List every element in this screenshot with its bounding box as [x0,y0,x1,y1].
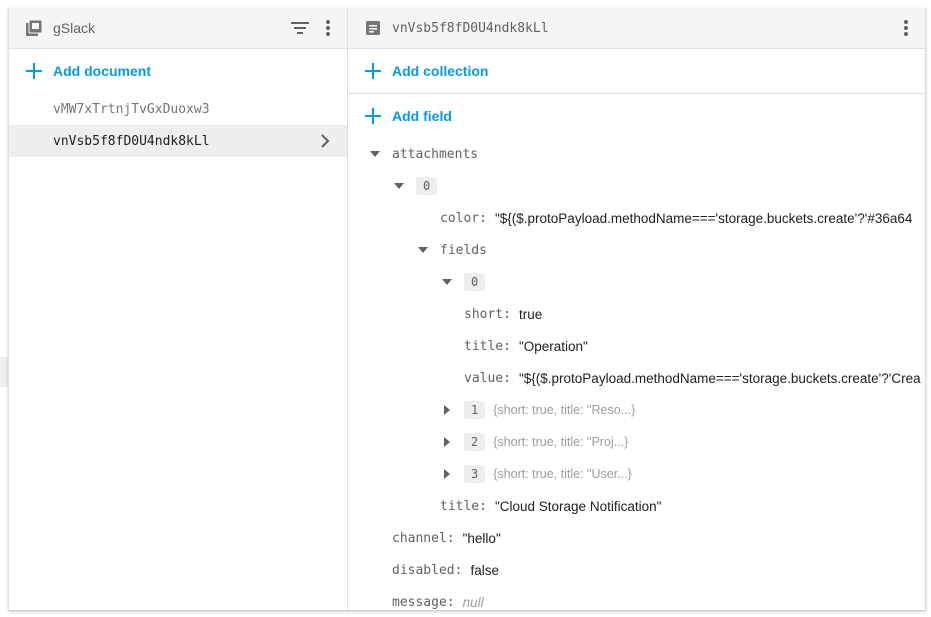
caret-down-icon[interactable] [440,275,454,289]
caret-down-icon[interactable] [416,243,430,257]
document-title: vnVsb5f8fD0U4ndk8kLl [392,20,549,36]
chevron-right-icon [317,133,333,149]
field-value: false [470,562,499,578]
field-key: fields [440,242,487,258]
array-index: 0 [464,273,486,291]
collection-icon [25,19,43,37]
caret-right-icon[interactable] [440,403,454,417]
collection-title: gSlack [53,20,96,36]
firestore-panel: gSlack Add document vMW7xTrtnjTvGxDuoxw3… [8,8,926,611]
add-document-label: Add document [53,63,151,79]
field-value: "${($.protoPayload.methodName==='storage… [518,370,921,386]
field-row-value[interactable]: value: "${($.protoPayload.methodName==='… [464,362,921,394]
array-index: 3 [464,465,486,483]
field-key: short [464,306,504,322]
add-document-button[interactable]: Add document [9,49,347,93]
field-row-attachments[interactable]: attachments [368,138,478,170]
document-item-selected[interactable]: vnVsb5f8fD0U4ndk8kLl [9,125,347,157]
filter-icon[interactable] [289,17,311,39]
document-detail-column: vnVsb5f8fD0U4ndk8kLl Add collection Add … [348,8,925,610]
more-vert-icon[interactable] [895,17,917,39]
field-value: true [518,306,543,322]
caret-down-icon[interactable] [368,147,382,161]
array-index-row[interactable]: 0 [392,170,445,202]
caret-right-icon[interactable] [440,467,454,481]
field-row-message[interactable]: message: null [392,586,484,610]
array-index: 1 [464,401,486,419]
field-row-disabled[interactable]: disabled: false [392,554,499,586]
document-icon [364,19,382,37]
array-index-row[interactable]: 3 {short: true, title: "User...} [440,458,632,490]
array-index: 0 [416,177,438,195]
field-value: "hello" [462,530,501,546]
map-summary: {short: true, title: "Proj...} [493,435,629,449]
add-icon [364,62,382,80]
field-key: channel [392,530,447,546]
array-index-row[interactable]: 2 {short: true, title: "Proj...} [440,426,628,458]
document-id: vnVsb5f8fD0U4ndk8kLl [53,133,210,149]
field-row-title[interactable]: title: "Operation" [464,330,588,362]
array-index-row[interactable]: 1 {short: true, title: "Reso...} [440,394,635,426]
document-id: vMW7xTrtnjTvGxDuoxw3 [53,101,210,117]
array-index: 2 [464,433,486,451]
map-summary: {short: true, title: "User...} [493,467,632,481]
caret-right-icon[interactable] [440,435,454,449]
add-collection-button[interactable]: Add collection [348,49,925,93]
field-key: color [440,210,480,226]
field-key: title [464,338,504,354]
collection-header: gSlack [9,8,347,49]
field-row-color[interactable]: color: "${($.protoPayload.methodName==='… [440,202,912,234]
field-row-title[interactable]: title: "Cloud Storage Notification" [440,490,661,522]
add-field-label: Add field [392,108,452,124]
field-key: title [440,498,480,514]
add-icon [25,62,43,80]
add-collection-label: Add collection [392,63,489,79]
caret-down-icon[interactable] [392,179,406,193]
more-vert-icon[interactable] [317,17,339,39]
array-index-row[interactable]: 0 [440,266,493,298]
field-row-short[interactable]: short: true [464,298,542,330]
add-icon [364,107,382,125]
field-row-fields[interactable]: fields [416,234,487,266]
document-item[interactable]: vMW7xTrtnjTvGxDuoxw3 [9,93,347,125]
add-field-button[interactable]: Add field [348,94,925,138]
field-value: "${($.protoPayload.methodName==='storage… [494,210,913,226]
left-edge-mark [0,357,8,387]
field-key: value [464,370,504,386]
map-summary: {short: true, title: "Reso...} [493,403,636,417]
field-row-channel[interactable]: channel: "hello" [392,522,501,554]
field-key: message [392,594,447,610]
documents-column: gSlack Add document vMW7xTrtnjTvGxDuoxw3… [9,8,348,610]
field-key: disabled [392,562,455,578]
field-key: attachments [392,146,479,162]
field-value: "Cloud Storage Notification" [494,498,662,514]
document-header: vnVsb5f8fD0U4ndk8kLl [348,8,925,49]
field-value: "Operation" [518,338,588,354]
field-value: null [462,594,484,610]
